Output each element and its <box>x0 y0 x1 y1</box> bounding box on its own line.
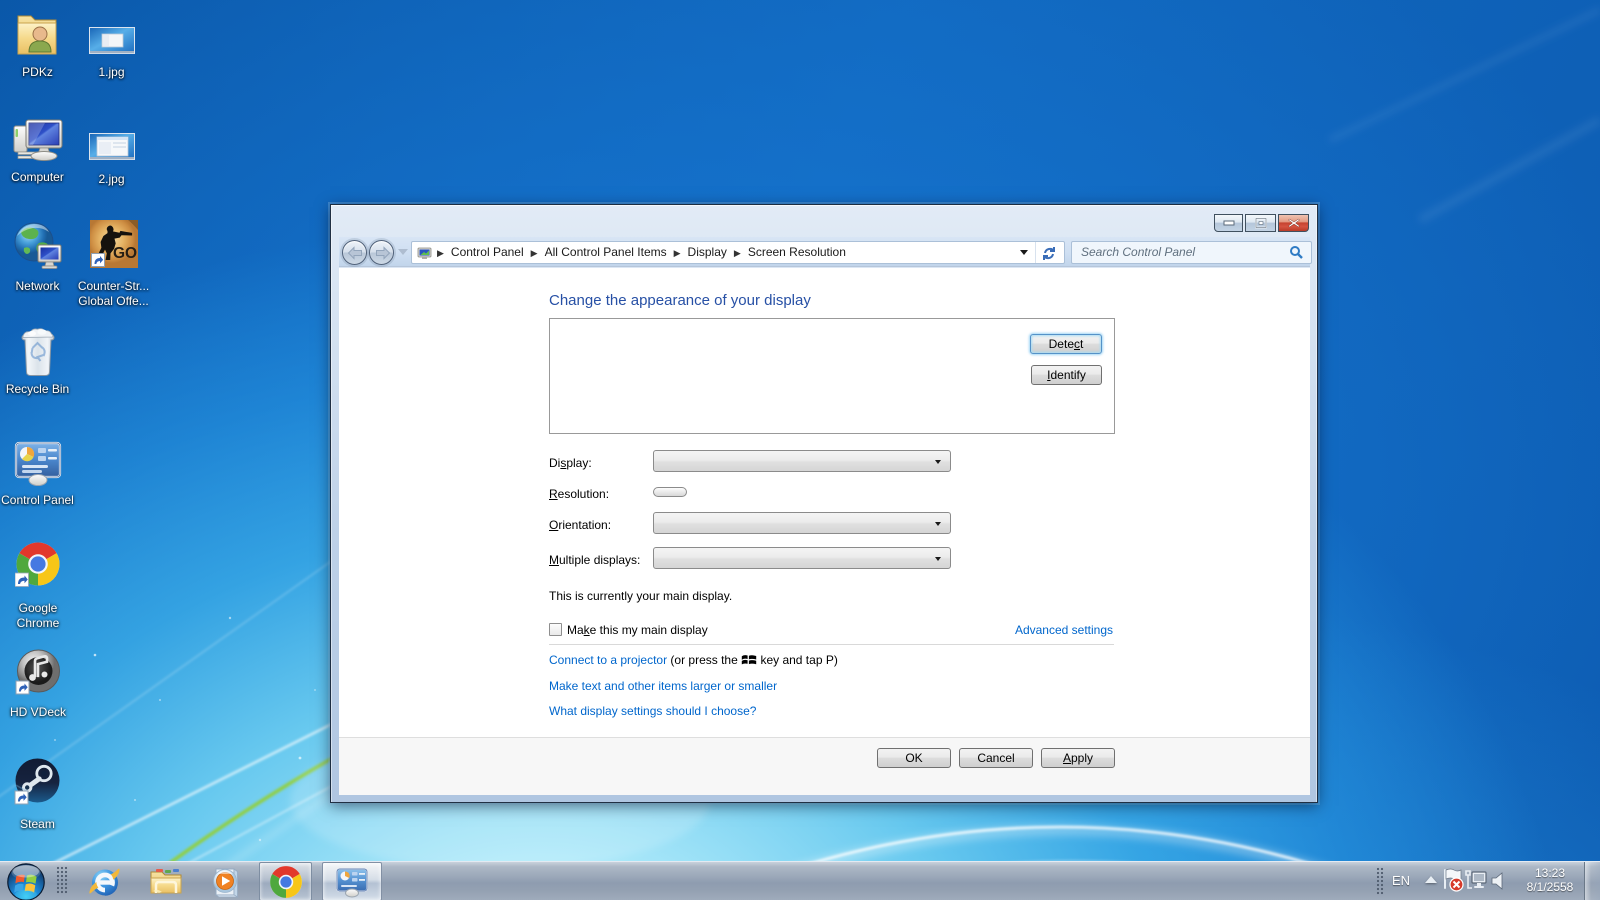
svg-text:GO: GO <box>113 245 137 262</box>
